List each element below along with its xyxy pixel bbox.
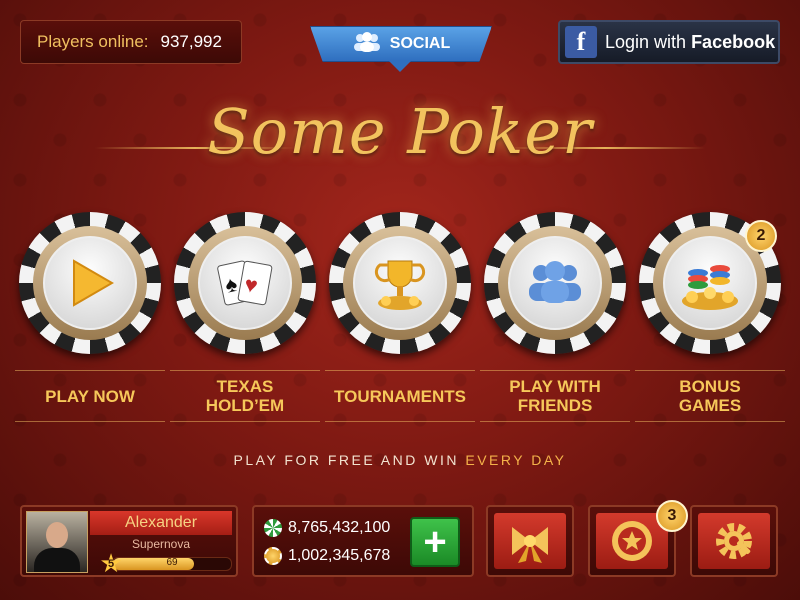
gold-balance: 1,002,345,678 (264, 547, 390, 565)
player-level: 5 (107, 558, 115, 570)
level-star-icon: ★ 5 (99, 548, 123, 578)
tagline-main: PLAY FOR FREE AND WIN (233, 452, 459, 468)
cards-icon: ♠ ♥ (198, 236, 292, 330)
avatar[interactable] (26, 511, 88, 573)
xp-bar: 69 (112, 557, 232, 571)
game-label: BONUS GAMES (635, 370, 785, 422)
game-bonus-games[interactable]: 2 BONUS GAMES (635, 212, 785, 422)
gold-coin-icon (264, 547, 282, 565)
facebook-login-prefix: Login with (605, 31, 687, 52)
achievements-badge: 3 (656, 500, 688, 532)
gold-balance-value: 1,002,345,678 (288, 547, 391, 564)
chip-button[interactable] (329, 212, 471, 354)
bow-icon (494, 513, 566, 569)
settings-button[interactable] (690, 505, 778, 577)
facebook-brand: Facebook (691, 31, 776, 52)
balance-panel: 8,765,432,100 1,002,345,678 + (252, 505, 474, 577)
gifts-button[interactable] (486, 505, 574, 577)
game-play-with-friends[interactable]: PLAY WITH FRIENDS (480, 212, 630, 422)
avatar-head (46, 522, 68, 548)
player-profile[interactable]: Alexander Supernova 69 ★ 5 (20, 505, 238, 577)
players-online-label: Players online: (37, 32, 149, 51)
chip-button[interactable]: ♠ ♥ (174, 212, 316, 354)
tagline-highlight: EVERY DAY (465, 452, 567, 468)
chips-icon (663, 236, 757, 330)
play-icon (43, 236, 137, 330)
game-label: PLAY WITH FRIENDS (480, 370, 630, 422)
chips-balance-value: 8,765,432,100 (288, 519, 391, 536)
social-label: SOCIAL (389, 35, 451, 52)
game-label: PLAY NOW (15, 370, 165, 422)
trophy-icon (353, 236, 447, 330)
facebook-icon: f (565, 26, 597, 58)
friends-icon (508, 236, 602, 330)
social-tab[interactable]: SOCIAL (310, 26, 492, 62)
poker-chip-icon (264, 519, 282, 537)
chip-button[interactable] (484, 212, 626, 354)
game-tournaments[interactable]: TOURNAMENTS (325, 212, 475, 422)
xp-value: 69 (166, 557, 178, 568)
player-name: Alexander (90, 511, 232, 535)
social-pointer (388, 60, 412, 72)
tagline: PLAY FOR FREE AND WIN EVERY DAY (0, 452, 800, 468)
chips-balance: 8,765,432,100 (264, 519, 390, 537)
gear-icon (698, 513, 770, 569)
add-currency-button[interactable]: + (410, 517, 460, 567)
chip-button[interactable] (19, 212, 161, 354)
facebook-login-button[interactable]: f Login with Facebook (558, 20, 780, 64)
players-online-box: Players online: 937,992 (20, 20, 242, 64)
game-label: TEXAS HOLD’EM (170, 370, 320, 422)
game-logo: Some Poker (207, 95, 593, 168)
friends-icon (352, 31, 382, 57)
game-texas-holdem[interactable]: ♠ ♥ TEXAS HOLD’EM (170, 212, 320, 422)
game-play-now[interactable]: PLAY NOW (15, 212, 165, 422)
notification-badge: 2 (745, 220, 777, 252)
game-label: TOURNAMENTS (325, 370, 475, 422)
players-online-count: 937,992 (160, 32, 222, 51)
avatar-body (34, 548, 80, 572)
